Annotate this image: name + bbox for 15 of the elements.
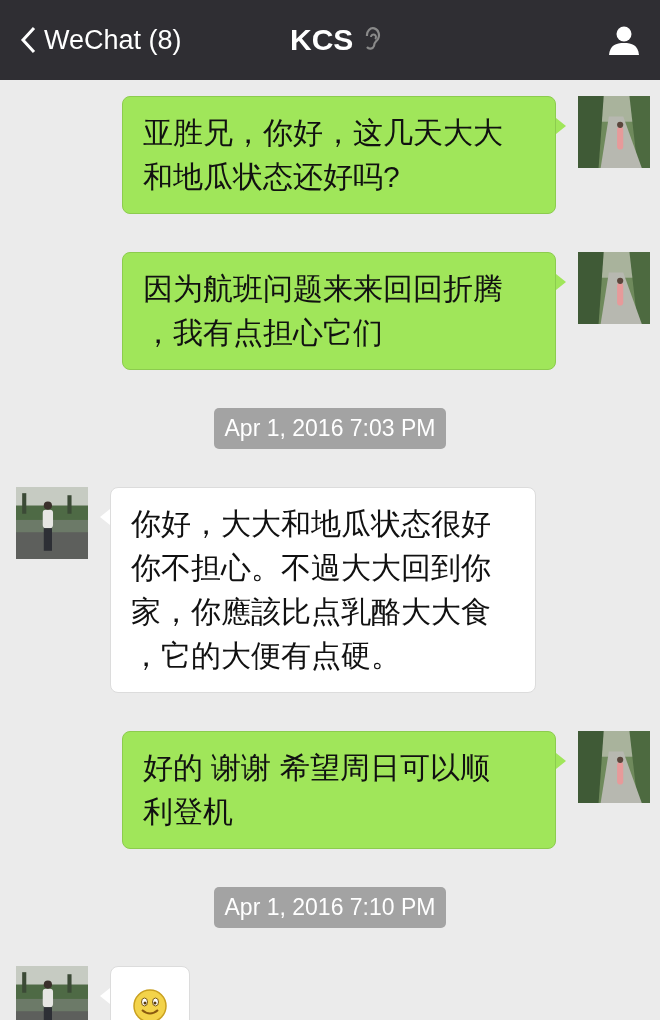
message-bubble: 亚胜兄，你好，这几天大大和地瓜状态还好吗?	[122, 96, 556, 214]
bubble-tail	[556, 753, 566, 769]
message-bubble: 因为航班问题来来回回折腾，我有点担心它们	[122, 252, 556, 370]
message-bubble: 好的 谢谢 希望周日可以顺利登机	[122, 731, 556, 849]
chevron-icon	[20, 26, 36, 54]
bubble-tail	[100, 509, 110, 525]
message-bubble: 你好，大大和地瓜状态很好你不担心。不過大大回到你家，你應該比点乳酪大大食，它的大便有点硬。	[110, 487, 536, 693]
chat-title: KCS	[290, 23, 354, 57]
bubble-tail	[556, 274, 566, 290]
timestamp: Apr 1, 2016 7:03 PM	[213, 408, 447, 449]
profile-icon[interactable]	[608, 25, 640, 55]
timestamp: Apr 1, 2016 7:10 PM	[213, 887, 447, 928]
back-button[interactable]: WeChat (8)	[0, 24, 182, 56]
ear-icon	[363, 27, 382, 53]
bubble-tail	[556, 118, 566, 134]
